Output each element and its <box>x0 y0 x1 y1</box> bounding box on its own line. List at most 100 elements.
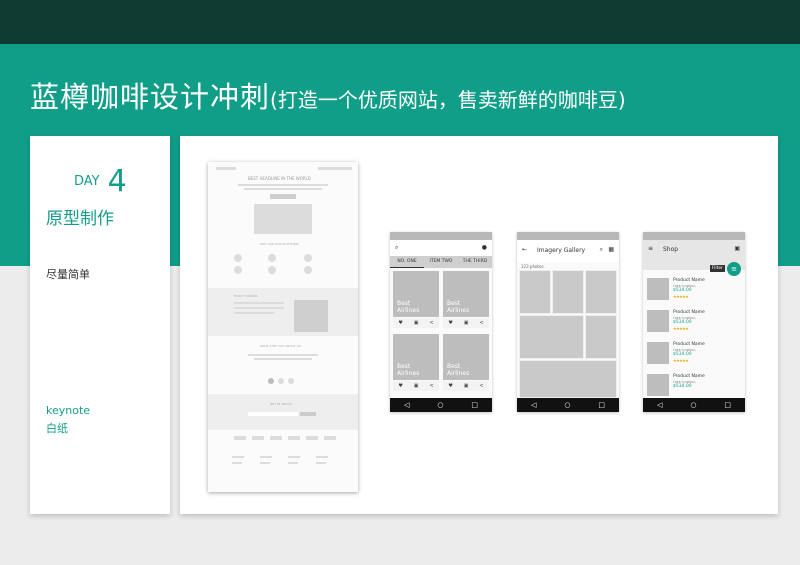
filter-icon: ≡ <box>731 265 737 273</box>
recent-apps-icon[interactable]: □ <box>471 401 478 409</box>
tile-card[interactable]: Best Airlines <box>393 271 439 317</box>
product-name: Product Name <box>673 310 705 315</box>
cart-icon[interactable]: ▣ <box>414 320 419 326</box>
top-banner <box>0 0 800 44</box>
product-item[interactable]: Product Name FREE SHIPPING $534.00 ★★★★★ <box>647 308 741 336</box>
status-bar <box>390 232 492 240</box>
menu-icon[interactable]: ≡ <box>648 245 653 252</box>
slide-title: 蓝樽咖啡设计冲刺(打造一个优质网站，售卖新鲜的咖啡豆) <box>30 74 626 116</box>
heart-icon[interactable]: ♥ <box>448 383 452 389</box>
tile-caption-1: Best <box>447 300 461 307</box>
tile-actions: ♥ ▣ < <box>443 318 489 328</box>
gallery-tile[interactable] <box>585 270 617 314</box>
product-name: Product Name <box>673 342 705 347</box>
gallery-tile[interactable] <box>585 315 617 359</box>
share-icon[interactable]: < <box>479 320 483 326</box>
tab-two[interactable]: ITEM TWO <box>424 256 458 268</box>
wire-cta-button <box>270 194 296 199</box>
product-name: Product Name <box>673 374 705 379</box>
share-icon[interactable]: < <box>429 383 433 389</box>
gallery-tile[interactable] <box>552 270 584 314</box>
android-nav-bar: ◁ ○ □ <box>517 398 619 412</box>
tab-three[interactable]: THE THIRD <box>458 256 492 268</box>
search-icon[interactable]: ⌕ <box>600 246 603 254</box>
home-icon[interactable]: ○ <box>564 401 570 409</box>
product-price: $534.00 <box>673 352 692 357</box>
phone-mockup-tabs: ⌕ ● NO. ONE ITEM TWO THE THIRD Best Airli… <box>390 232 492 412</box>
day-label: DAY <box>74 174 100 189</box>
recent-apps-icon[interactable]: □ <box>724 401 731 409</box>
cart-icon[interactable]: ▣ <box>464 320 469 326</box>
tile-card[interactable]: Best Airlines <box>443 271 489 317</box>
tab-bar: NO. ONE ITEM TWO THE THIRD <box>390 256 492 268</box>
home-icon[interactable]: ○ <box>437 401 443 409</box>
tile-caption-1: Best <box>397 300 411 307</box>
product-price: $534.00 <box>673 288 692 293</box>
share-icon[interactable]: < <box>429 320 433 326</box>
back-icon[interactable]: ◁ <box>531 401 536 409</box>
product-name: Product Name <box>673 278 705 283</box>
photo-count: 123 photos <box>521 264 544 269</box>
stage-card: DAY 4 原型制作 尽量简单 keynote 白纸 <box>30 136 170 514</box>
title-subtitle: (打造一个优质网站，售卖新鲜的咖啡豆) <box>270 88 626 112</box>
arrow-back-icon[interactable]: ← <box>522 246 527 253</box>
share-icon[interactable]: < <box>479 383 483 389</box>
product-image <box>647 310 669 332</box>
tile-caption-2: Airlines <box>397 307 420 314</box>
product-item[interactable]: Product Name FREE SHIPPING $534.00 ★★★★★ <box>647 276 741 304</box>
stage-title: 原型制作 <box>46 209 114 229</box>
gallery-tile[interactable] <box>519 315 584 359</box>
tool-keynote: keynote <box>46 404 91 417</box>
wire-logo <box>216 167 236 170</box>
filter-tooltip: Filter <box>709 265 725 272</box>
heart-icon[interactable]: ♥ <box>398 320 402 326</box>
mic-icon: ● <box>481 244 487 251</box>
grid-icon[interactable]: ▦ <box>608 246 614 253</box>
tile-caption-2: Airlines <box>447 307 470 314</box>
tile-actions: ♥ ▣ < <box>443 381 489 391</box>
filter-fab[interactable]: ≡ <box>727 262 741 276</box>
search-bar[interactable]: ⌕ ● <box>390 240 492 256</box>
cart-icon[interactable]: ▣ <box>464 383 469 389</box>
wire-headline: BEST HEADLINE IN THE WORLD <box>248 176 311 181</box>
gallery-tile[interactable] <box>519 360 617 398</box>
product-image <box>647 342 669 364</box>
gallery-title: Imagery Gallery <box>537 247 586 254</box>
phone-mockup-shop: ≡ Shop ▣ Filter ≡ Product Name FREE SHIP… <box>643 232 745 412</box>
heart-icon[interactable]: ♥ <box>398 383 402 389</box>
back-icon[interactable]: ◁ <box>404 401 409 409</box>
heart-icon[interactable]: ♥ <box>448 320 452 326</box>
cart-icon[interactable]: ▣ <box>414 383 419 389</box>
cart-icon[interactable]: ▣ <box>734 245 740 252</box>
product-item[interactable]: Product Name FREE SHIPPING $534.00 ★★★★★ <box>647 340 741 368</box>
product-image <box>647 278 669 300</box>
day-indicator: DAY 4 <box>74 164 127 199</box>
tile-caption-1: Best <box>397 363 411 370</box>
wire-section-4: WHAT THEY SAY ABOUT US <box>260 344 301 348</box>
gallery-app-bar: ← Imagery Gallery ⌕ ▦ <box>517 240 619 262</box>
tile-actions: ♥ ▣ < <box>393 381 439 391</box>
tile-card[interactable]: Best Airlines <box>393 334 439 380</box>
tile-caption-2: Airlines <box>397 370 420 377</box>
android-nav-bar: ◁ ○ □ <box>643 398 745 412</box>
product-price: $534.00 <box>673 384 692 389</box>
wire-nav <box>318 167 352 170</box>
recent-apps-icon[interactable]: □ <box>598 401 605 409</box>
title-main: 蓝樽咖啡设计冲刺 <box>30 80 271 114</box>
search-icon: ⌕ <box>395 244 399 251</box>
rating-stars-icon: ★★★★★ <box>673 294 689 299</box>
wire-hero-image <box>254 204 312 234</box>
day-number: 4 <box>107 164 127 199</box>
tile-caption-1: Best <box>447 363 461 370</box>
back-icon[interactable]: ◁ <box>657 401 662 409</box>
gallery-tile[interactable] <box>519 270 551 314</box>
tile-card[interactable]: Best Airlines <box>443 334 489 380</box>
wire-section-2: WHY USE OUR PLATFORM <box>260 242 299 246</box>
tab-one[interactable]: NO. ONE <box>390 256 424 268</box>
product-image <box>647 374 669 396</box>
rating-stars-icon: ★★★★★ <box>673 326 689 331</box>
home-icon[interactable]: ○ <box>690 401 696 409</box>
wire-section-3: HOW IT WORKS <box>234 294 258 298</box>
product-item[interactable]: Product Name FREE SHIPPING $534.00 <box>647 372 741 400</box>
stage-description: 尽量简单 <box>46 268 90 281</box>
